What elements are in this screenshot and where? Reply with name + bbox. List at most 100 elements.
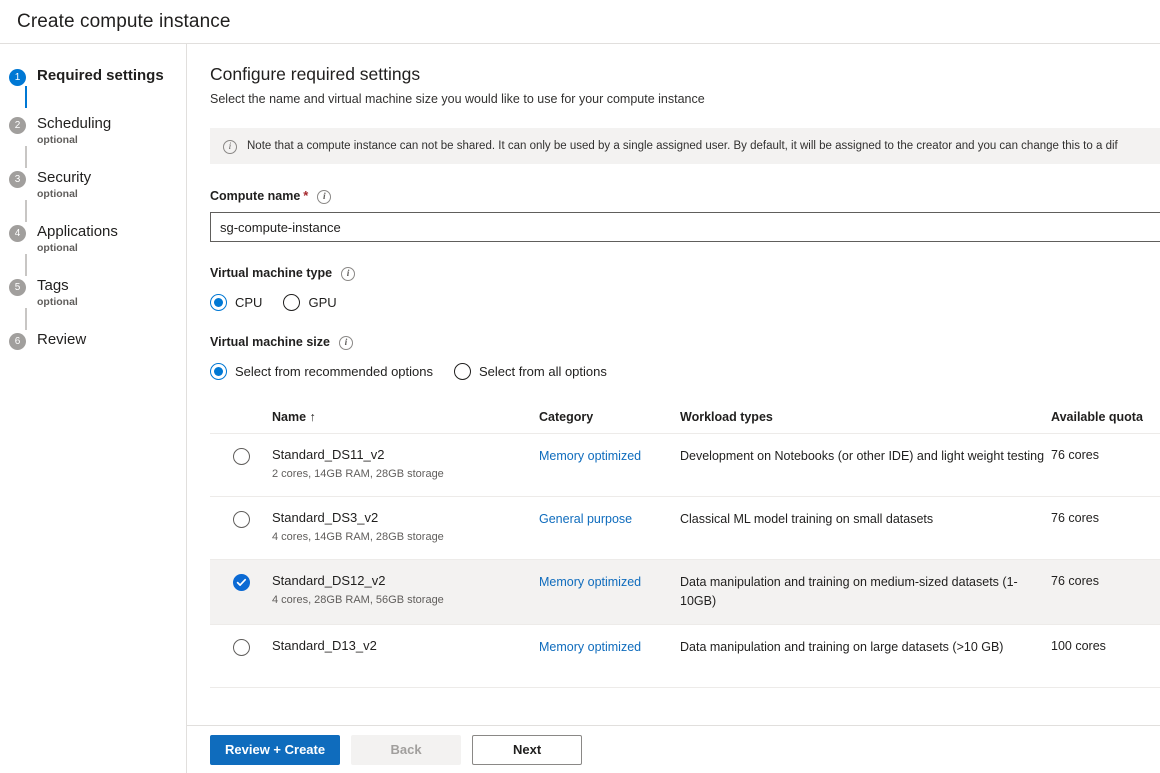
workload-text: Data manipulation and training on medium…: [680, 573, 1051, 611]
table-row[interactable]: Standard_DS3_v2 4 cores, 14GB RAM, 28GB …: [210, 497, 1160, 560]
compute-name-label-text: Compute name: [210, 189, 300, 203]
info-banner: i Note that a compute instance can not b…: [210, 128, 1160, 164]
compute-name-field-group: Compute name * i: [210, 188, 1160, 242]
row-radio-indicator[interactable]: [233, 511, 250, 528]
vm-type-field-group: Virtual machine type i CPU GPU: [210, 266, 1160, 311]
category-link[interactable]: Memory optimized: [539, 449, 641, 463]
step-number-badge: 5: [9, 279, 26, 296]
category-link[interactable]: Memory optimized: [539, 575, 641, 589]
next-button[interactable]: Next: [472, 735, 582, 765]
radio-indicator[interactable]: [283, 294, 300, 311]
review-create-button[interactable]: Review + Create: [210, 735, 340, 765]
vm-specs: 4 cores, 28GB RAM, 56GB storage: [272, 594, 539, 606]
column-header-name-text: Name: [272, 410, 306, 424]
step-label: Scheduling: [37, 114, 111, 133]
back-button: Back: [351, 735, 461, 765]
sidebar-item-security[interactable]: 3 Security optional: [9, 168, 186, 200]
quota-text: 100 cores: [1051, 638, 1160, 655]
step-label: Required settings: [37, 66, 164, 85]
radio-label: Select from all options: [479, 364, 607, 379]
step-connector: [25, 86, 27, 108]
step-number-badge: 1: [9, 69, 26, 86]
step-connector: [25, 308, 27, 330]
quota-text: 76 cores: [1051, 447, 1160, 464]
vm-specs: 2 cores, 14GB RAM, 28GB storage: [272, 468, 539, 480]
info-icon: i: [339, 336, 353, 350]
section-subheading: Select the name and virtual machine size…: [210, 92, 1160, 106]
radio-indicator[interactable]: [210, 294, 227, 311]
row-radio-indicator[interactable]: [233, 448, 250, 465]
window-titlebar: Create compute instance: [0, 0, 1160, 44]
vm-type-label-text: Virtual machine type: [210, 266, 332, 280]
workload-text: Classical ML model training on small dat…: [680, 510, 1051, 529]
sidebar-item-scheduling[interactable]: 2 Scheduling optional: [9, 114, 186, 146]
radio-label: Select from recommended options: [235, 364, 433, 379]
wizard-step-list: 1 Required settings 2 Scheduling optiona…: [0, 66, 186, 350]
sort-ascending-icon: ↑: [310, 410, 316, 424]
create-compute-instance-page: Create compute instance 1 Required setti…: [0, 0, 1160, 773]
step-optional-label: optional: [37, 296, 78, 308]
step-connector: [25, 254, 27, 276]
table-row[interactable]: Standard_D13_v2 Memory optimized Data ma…: [210, 625, 1160, 688]
column-header-available-quota[interactable]: Available quota: [1051, 410, 1160, 424]
step-number-badge: 4: [9, 225, 26, 242]
vm-size-label-text: Virtual machine size: [210, 335, 330, 349]
compute-name-label: Compute name * i: [210, 188, 1160, 203]
vm-size-label: Virtual machine size i: [210, 335, 1160, 349]
vm-size-table: Name ↑ Category Workload types Available…: [210, 410, 1160, 688]
radio-indicator[interactable]: [454, 363, 471, 380]
compute-name-input[interactable]: [210, 212, 1160, 242]
vm-size-field-group: Virtual machine size i Select from recom…: [210, 335, 1160, 380]
step-number-badge: 2: [9, 117, 26, 134]
column-header-name[interactable]: Name ↑: [272, 410, 539, 424]
column-header-category[interactable]: Category: [539, 410, 680, 424]
step-connector: [25, 200, 27, 222]
quota-text: 76 cores: [1051, 510, 1160, 527]
step-optional-label: optional: [37, 134, 111, 146]
step-optional-label: optional: [37, 188, 91, 200]
vm-type-label: Virtual machine type i: [210, 266, 1160, 280]
table-row[interactable]: Standard_DS11_v2 2 cores, 14GB RAM, 28GB…: [210, 434, 1160, 497]
vm-name: Standard_D13_v2: [272, 638, 539, 654]
sidebar-item-applications[interactable]: 4 Applications optional: [9, 222, 186, 254]
workload-text: Data manipulation and training on large …: [680, 638, 1051, 657]
info-icon: i: [341, 267, 355, 281]
step-number-badge: 6: [9, 333, 26, 350]
quota-text: 76 cores: [1051, 573, 1160, 590]
step-label: Review: [37, 330, 86, 349]
required-asterisk: *: [303, 188, 308, 203]
category-link[interactable]: Memory optimized: [539, 640, 641, 654]
radio-option-cpu[interactable]: CPU: [210, 294, 262, 311]
sidebar-item-required-settings[interactable]: 1 Required settings: [9, 66, 186, 86]
vm-name: Standard_DS3_v2: [272, 510, 539, 526]
wizard-footer: Review + Create Back Next: [187, 725, 1160, 773]
row-radio-indicator[interactable]: [233, 639, 250, 656]
vm-type-radio-group: CPU GPU: [210, 294, 1160, 311]
section-heading: Configure required settings: [210, 64, 1160, 85]
radio-option-recommended[interactable]: Select from recommended options: [210, 363, 433, 380]
info-icon: i: [317, 190, 331, 204]
radio-option-all[interactable]: Select from all options: [454, 363, 607, 380]
main-content: Configure required settings Select the n…: [187, 44, 1160, 773]
step-number-badge: 3: [9, 171, 26, 188]
info-banner-text: Note that a compute instance can not be …: [247, 140, 1118, 152]
column-header-workload-types[interactable]: Workload types: [680, 410, 1051, 424]
category-link[interactable]: General purpose: [539, 512, 632, 526]
radio-label: GPU: [308, 295, 336, 310]
step-label: Security: [37, 168, 91, 187]
wizard-sidebar: 1 Required settings 2 Scheduling optiona…: [0, 44, 187, 773]
radio-indicator[interactable]: [210, 363, 227, 380]
step-optional-label: optional: [37, 242, 118, 254]
check-icon: [236, 577, 247, 588]
sidebar-item-tags[interactable]: 5 Tags optional: [9, 276, 186, 308]
sidebar-item-review[interactable]: 6 Review: [9, 330, 186, 350]
vm-name: Standard_DS11_v2: [272, 447, 539, 463]
table-row[interactable]: Standard_DS12_v2 4 cores, 28GB RAM, 56GB…: [210, 560, 1160, 625]
info-icon: i: [223, 140, 237, 154]
step-label: Applications: [37, 222, 118, 241]
page-title: Create compute instance: [17, 11, 231, 33]
step-label: Tags: [37, 276, 78, 295]
radio-option-gpu[interactable]: GPU: [283, 294, 336, 311]
row-radio-indicator[interactable]: [233, 574, 250, 591]
table-header-row: Name ↑ Category Workload types Available…: [210, 410, 1160, 434]
